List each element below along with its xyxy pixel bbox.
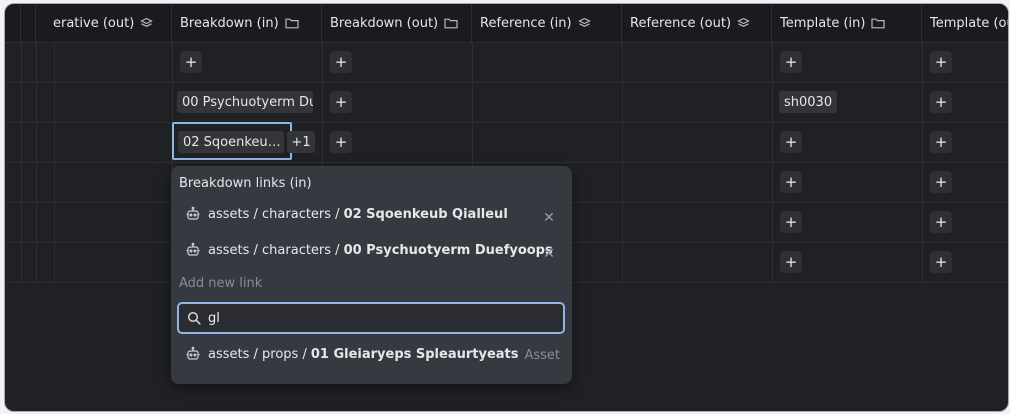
link-item[interactable]: assets / characters / 00 Psychuotyerm Du… bbox=[185, 240, 553, 260]
add-template-out-button[interactable]: + bbox=[930, 131, 952, 153]
add-template-in-button[interactable]: + bbox=[780, 131, 802, 153]
link-name: 00 Psychuotyerm Duefyoops bbox=[343, 242, 553, 258]
result-name: 01 Gleiaryeps Spleaurtyeats bbox=[310, 346, 519, 362]
asset-icon bbox=[185, 346, 201, 362]
header-generative-out[interactable]: erative (out) bbox=[36, 4, 172, 42]
row-divider bbox=[5, 122, 1008, 123]
asset-icon bbox=[185, 242, 201, 258]
add-template-out-button[interactable]: + bbox=[930, 211, 952, 233]
folder-icon bbox=[285, 17, 299, 29]
header-breakdown-out[interactable]: Breakdown (out) bbox=[322, 4, 472, 42]
breakdown-link-chip[interactable]: 02 Sqoenkeu… bbox=[178, 131, 284, 153]
folder-icon bbox=[871, 17, 886, 29]
popup-title: Breakdown links (in) bbox=[179, 176, 312, 191]
add-template-out-button[interactable]: + bbox=[930, 171, 952, 193]
add-template-in-button[interactable]: + bbox=[780, 251, 802, 273]
add-breakdown-out-button[interactable]: + bbox=[330, 131, 352, 153]
link-name: 02 Sqoenkeub Qialleul bbox=[343, 206, 508, 222]
header-gutter bbox=[21, 4, 36, 42]
more-links-badge[interactable]: +1 bbox=[287, 131, 315, 153]
row-divider bbox=[5, 162, 1008, 163]
header-template-in[interactable]: Template (in) bbox=[772, 4, 922, 42]
table-header: erative (out) Breakdown (in) Breakdown (… bbox=[5, 4, 1008, 43]
header-reference-in[interactable]: Reference (in) bbox=[472, 4, 622, 42]
link-path: assets / characters / bbox=[208, 206, 340, 222]
stack-icon bbox=[140, 17, 154, 30]
column-label: Reference (in) bbox=[480, 15, 572, 31]
column-label: Template (in) bbox=[780, 15, 866, 31]
link-path: assets / characters / bbox=[208, 242, 340, 258]
header-breakdown-in[interactable]: Breakdown (in) bbox=[172, 4, 322, 42]
link-search-input[interactable] bbox=[208, 310, 508, 326]
template-link-chip[interactable]: sh0030 bbox=[779, 91, 838, 113]
add-template-out-button[interactable]: + bbox=[930, 91, 952, 113]
column-label: erative (out) bbox=[53, 15, 135, 31]
add-template-in-button[interactable]: + bbox=[780, 171, 802, 193]
header-template-out[interactable]: Template (ou bbox=[922, 4, 1009, 42]
stack-icon bbox=[577, 17, 591, 30]
header-reference-out[interactable]: Reference (out) bbox=[622, 4, 772, 42]
column-label: Reference (out) bbox=[630, 15, 732, 31]
breakdown-links-popup: Breakdown links (in) assets / characters… bbox=[171, 166, 572, 384]
row-divider bbox=[5, 82, 1008, 83]
add-template-out-button[interactable]: + bbox=[930, 51, 952, 73]
column-label: Breakdown (in) bbox=[180, 15, 279, 31]
add-template-in-button[interactable]: + bbox=[780, 211, 802, 233]
result-type-label: Asset bbox=[524, 348, 560, 363]
add-template-out-button[interactable]: + bbox=[930, 251, 952, 273]
result-path: assets / props / bbox=[208, 346, 307, 362]
add-template-in-button[interactable]: + bbox=[780, 51, 802, 73]
remove-link-button[interactable]: ✕ bbox=[542, 210, 556, 226]
add-breakdown-out-button[interactable]: + bbox=[330, 51, 352, 73]
add-breakdown-in-button[interactable]: + bbox=[180, 51, 202, 73]
folder-icon bbox=[444, 17, 458, 29]
link-item[interactable]: assets / characters / 02 Sqoenkeub Qiall… bbox=[185, 204, 508, 224]
stack-icon bbox=[737, 17, 750, 30]
spreadsheet-window: erative (out) Breakdown (in) Breakdown (… bbox=[4, 3, 1009, 412]
asset-icon bbox=[185, 206, 201, 222]
search-result-item[interactable]: assets / props / 01 Gleiaryeps Spleaurty… bbox=[185, 344, 519, 364]
link-search-box[interactable] bbox=[177, 302, 565, 334]
search-icon bbox=[187, 311, 202, 326]
column-label: Template (ou bbox=[930, 15, 1009, 31]
remove-link-button[interactable]: ✕ bbox=[542, 246, 556, 262]
breakdown-link-chip[interactable]: 00 Psychuotyerm Du bbox=[177, 91, 313, 113]
header-gutter bbox=[5, 4, 21, 42]
column-label: Breakdown (out) bbox=[330, 15, 439, 31]
add-breakdown-out-button[interactable]: + bbox=[330, 91, 352, 113]
add-new-link-label: Add new link bbox=[179, 276, 263, 291]
